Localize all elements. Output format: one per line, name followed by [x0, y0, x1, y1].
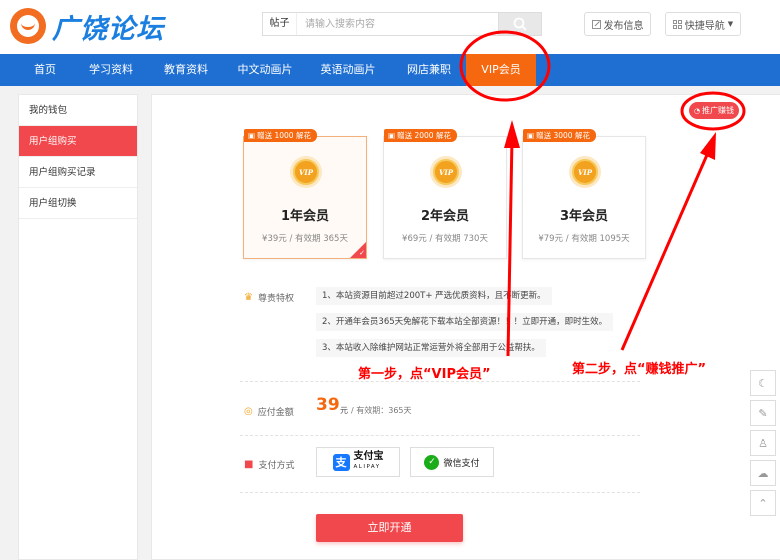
gift-icon: ▣	[388, 131, 396, 140]
main-nav: 首页 学习资料 教育资料 中文动画片 英语动画片 网店兼职 VIP会员	[0, 54, 780, 86]
nav-english-cartoon[interactable]: 英语动画片	[313, 54, 383, 86]
sidebar-item-purchase-history[interactable]: 用户组购买记录	[19, 157, 137, 188]
coin-icon: ◎	[244, 406, 253, 417]
plan-card-2year[interactable]: ▣ 赠送 2000 解花 VIP 2年会员 ¥69元 / 有效期 730天	[383, 129, 507, 259]
moon-icon: ☾	[758, 376, 768, 390]
alipay-icon: 支	[332, 453, 350, 471]
plan-card-3year[interactable]: ▣ 赠送 3000 解花 VIP 3年会员 ¥79元 / 有效期 1095天	[522, 129, 646, 259]
open-now-button[interactable]: 立即开通	[316, 514, 463, 542]
post-info-button[interactable]: 发布信息	[584, 12, 651, 36]
gift-icon: ▣	[527, 131, 535, 140]
floating-toolbar: ☾ ✎ ♙ ☁ ⌃	[750, 370, 776, 520]
annotation-step2: 第二步，点“赚钱推广”	[572, 362, 707, 377]
wechat-pay-option[interactable]: ✓ 微信支付	[410, 447, 494, 477]
qq-button[interactable]: ♙	[750, 430, 776, 456]
alipay-name-en: ALIPAY	[353, 464, 381, 470]
night-mode-button[interactable]: ☾	[750, 370, 776, 396]
vip-badge-icon: VIP	[293, 159, 319, 185]
sidebar-item-group-switch[interactable]: 用户组切换	[19, 188, 137, 219]
alipay-name: 支付宝	[353, 451, 384, 462]
selected-check-icon: ✓	[350, 242, 366, 258]
nav-home[interactable]: 首页	[20, 54, 70, 86]
plan-tag: ▣ 赠送 3000 解花	[523, 129, 596, 142]
plan-title: 2年会员	[420, 209, 470, 224]
plan-price: ¥39元 / 有效期 365天	[262, 234, 348, 244]
nav-education[interactable]: 教育资料	[155, 54, 217, 86]
wechat-pay-label: 微信支付	[443, 458, 480, 469]
edit-icon: ✎	[758, 406, 768, 420]
chevron-down-icon: ▼	[727, 20, 734, 28]
benefit-item: 1、本站资源目前超过200T+ 严选优质资料，且不断更新。	[316, 287, 552, 305]
nav-study[interactable]: 学习资料	[80, 54, 142, 86]
wallet-icon: ■	[244, 459, 254, 470]
nav-part-time[interactable]: 网店兼职	[398, 54, 460, 86]
edit-icon	[591, 19, 601, 29]
logo-text: 广饶论坛	[52, 13, 164, 45]
plan-title: 1年会员	[280, 209, 330, 224]
wechat-icon: ☁	[757, 466, 769, 480]
sidebar-item-group-purchase[interactable]: 用户组购买	[19, 126, 137, 157]
logo-icon	[10, 8, 46, 44]
annotation-step1: 第一步，点“VIP会员”	[358, 367, 491, 382]
plan-price: ¥79元 / 有效期 1095天	[538, 234, 630, 244]
promote-icon: ◔	[693, 106, 701, 115]
benefit-item: 3、本站收入除维护网站正常运营外将全部用于公益帮扶。	[316, 339, 546, 357]
grid-icon	[672, 19, 682, 29]
divider	[240, 435, 640, 436]
plan-title: 3年会员	[559, 209, 609, 224]
back-to-top-button[interactable]: ⌃	[750, 490, 776, 516]
site-logo[interactable]: 广饶论坛	[10, 6, 195, 46]
plan-card-1year[interactable]: ▣ 赠送 1000 解花 VIP 1年会员 ¥39元 / 有效期 365天 ✓	[243, 129, 367, 259]
plan-tag: ▣ 赠送 1000 解花	[244, 129, 317, 142]
promote-earn-button[interactable]: ◔ 推广赚钱	[689, 102, 739, 119]
qq-icon: ♙	[758, 436, 768, 450]
amount-label: ◎ 应付金额	[244, 406, 294, 418]
top-header: 广饶论坛 帖子 发布信息 快捷导航 ▼	[0, 0, 780, 54]
quick-nav-button[interactable]: 快捷导航 ▼	[665, 12, 741, 36]
promote-label: 推广赚钱	[702, 106, 735, 115]
quick-nav-label: 快捷导航	[684, 20, 725, 32]
search-input[interactable]	[297, 13, 498, 35]
privileges-label: ♛ 尊贵特权	[244, 292, 294, 304]
gift-icon: ▣	[248, 131, 256, 140]
wechat-pay-icon: ✓	[424, 454, 440, 470]
arrow-up-icon: ⌃	[758, 496, 768, 510]
sidebar: 我的钱包 用户组购买 用户组购买记录 用户组切换	[18, 94, 138, 560]
sidebar-title-wallet: 我的钱包	[19, 95, 137, 126]
amount-value: 39	[316, 395, 340, 415]
vip-badge-icon: VIP	[433, 159, 459, 185]
search-icon	[513, 17, 527, 31]
crown-icon: ♛	[244, 292, 253, 303]
nav-vip[interactable]: VIP会员	[466, 54, 536, 86]
plan-tag: ▣ 赠送 2000 解花	[384, 129, 457, 142]
float-post-button[interactable]: ✎	[750, 400, 776, 426]
amount-note: / 有效期：365天	[351, 406, 412, 415]
nav-chinese-cartoon[interactable]: 中文动画片	[230, 54, 300, 86]
divider	[240, 492, 640, 493]
vip-badge-icon: VIP	[572, 159, 598, 185]
post-info-label: 发布信息	[603, 20, 644, 32]
alipay-option[interactable]: 支 支付宝 ALIPAY	[316, 447, 400, 477]
amount-unit: 元	[340, 406, 348, 415]
wechat-button[interactable]: ☁	[750, 460, 776, 486]
plan-price: ¥69元 / 有效期 730天	[402, 234, 488, 244]
search-category-select[interactable]: 帖子	[263, 13, 297, 35]
search-button[interactable]	[498, 12, 542, 36]
payment-label: ■ 支付方式	[244, 459, 295, 471]
benefit-item: 2、开通年会员365天免解花下载本站全部资源！！！立即开通，即时生效。	[316, 313, 614, 331]
search-bar: 帖子	[262, 12, 542, 36]
